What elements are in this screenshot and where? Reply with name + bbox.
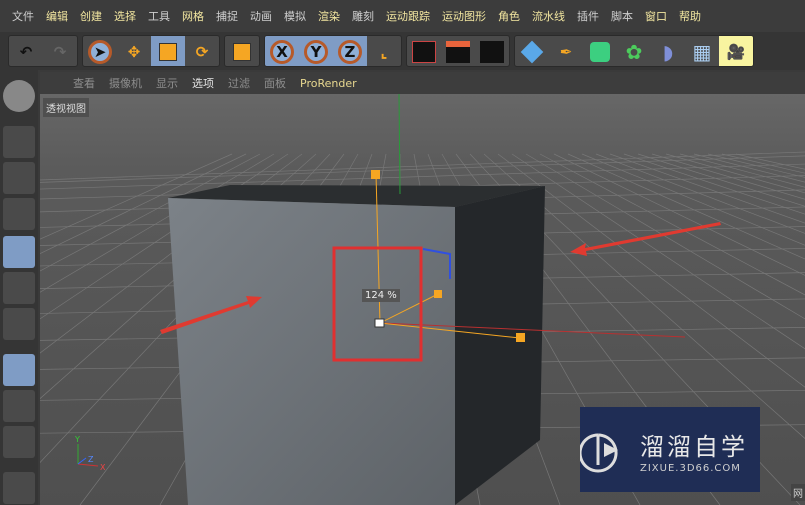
viewport-menu-item[interactable]: ProRender bbox=[293, 77, 364, 90]
x-axis-toggle[interactable]: X bbox=[265, 36, 299, 66]
viewport-menu-item[interactable]: 显示 bbox=[149, 75, 185, 91]
menu-item[interactable]: 模拟 bbox=[278, 8, 312, 24]
clapper-icon bbox=[446, 41, 470, 63]
menu-item[interactable]: 脚本 bbox=[605, 8, 639, 24]
menu-item[interactable]: 动画 bbox=[244, 8, 278, 24]
viewport-menu-item[interactable]: 摄像机 bbox=[102, 75, 149, 91]
menu-item[interactable]: 运动图形 bbox=[436, 8, 492, 24]
menu-item[interactable]: 网格 bbox=[176, 8, 210, 24]
undo-button[interactable]: ↶ bbox=[9, 36, 43, 66]
cube-icon bbox=[520, 40, 544, 64]
texture-mode-button[interactable] bbox=[3, 162, 35, 194]
watermark-url: ZIXUE.3D66.COM bbox=[640, 463, 741, 474]
gizmo-x-label: X bbox=[100, 463, 106, 472]
clapper-gear-icon bbox=[480, 41, 504, 63]
scale-readout: 124 % bbox=[362, 289, 400, 302]
model-mode-button[interactable] bbox=[3, 126, 35, 158]
camera-button[interactable]: 🎥 bbox=[719, 36, 753, 66]
deformer-button[interactable]: ◗ bbox=[651, 36, 685, 66]
scale-tool-button[interactable] bbox=[151, 36, 185, 66]
points-mode-button[interactable] bbox=[3, 236, 35, 268]
menu-item[interactable]: 渲染 bbox=[312, 8, 346, 24]
y-scale-handle[interactable] bbox=[371, 170, 380, 179]
floor-button[interactable]: ▦ bbox=[685, 36, 719, 66]
y-axis-toggle[interactable]: Y bbox=[299, 36, 333, 66]
redo-button[interactable]: ↷ bbox=[43, 36, 77, 66]
menu-item[interactable]: 流水线 bbox=[526, 8, 571, 24]
watermark-text: 溜溜自学 bbox=[640, 433, 748, 461]
workplane-mode-button[interactable] bbox=[3, 198, 35, 230]
menu-item[interactable]: 窗口 bbox=[639, 8, 673, 24]
menu-item[interactable]: 选择 bbox=[108, 8, 142, 24]
x-scale-handle[interactable] bbox=[516, 333, 525, 342]
rotate-tool-button[interactable]: ⟳ bbox=[185, 36, 219, 66]
menu-bar: 文件 编辑 创建 选择 工具 网格 捕捉 动画 模拟 渲染 雕刻 运动跟踪 运动图形 角色 流水线 插件 脚本窗… bbox=[0, 0, 805, 32]
watermark-logo: 溜溜自学 ZIXUE.3D66.COM bbox=[578, 407, 760, 492]
cloner-button[interactable]: ✿ bbox=[617, 36, 651, 66]
recent-tool-button[interactable] bbox=[225, 36, 259, 66]
menu-item[interactable]: 帮助 bbox=[673, 8, 707, 24]
move-tool-button[interactable]: ✥ bbox=[117, 36, 151, 66]
viewport-menu: 查看 摄像机 显示 选项 过滤 面板 ProRender bbox=[40, 72, 805, 94]
viewport-menu-item[interactable]: 过滤 bbox=[221, 75, 257, 91]
menu-item[interactable]: 工具 bbox=[142, 8, 176, 24]
render-view-button[interactable] bbox=[407, 36, 441, 66]
gizmo-z-label: Z bbox=[88, 455, 94, 464]
pen-button[interactable]: ✒ bbox=[549, 36, 583, 66]
z-axis-toggle[interactable]: Z bbox=[333, 36, 367, 66]
subdivision-button[interactable] bbox=[583, 36, 617, 66]
menu-item[interactable]: 创建 bbox=[74, 8, 108, 24]
menu-item[interactable]: 编辑 bbox=[40, 8, 74, 24]
corner-label: 网 bbox=[791, 484, 805, 501]
tweak-mode-button[interactable] bbox=[3, 390, 35, 422]
menu-item[interactable]: 角色 bbox=[492, 8, 526, 24]
clapper-icon bbox=[412, 41, 436, 63]
cursor-icon: ➤ bbox=[88, 40, 112, 64]
scale-icon bbox=[233, 43, 251, 61]
polygons-mode-button[interactable] bbox=[3, 308, 35, 340]
axis-mode-button[interactable] bbox=[3, 354, 35, 386]
menu-item[interactable]: 捕捉 bbox=[210, 8, 244, 24]
cube-front-face bbox=[168, 198, 455, 505]
z-scale-handle[interactable] bbox=[434, 290, 442, 298]
left-toolbar bbox=[0, 70, 38, 505]
menu-item[interactable]: 插件 bbox=[571, 8, 605, 24]
viewport-menu-item[interactable]: 选项 bbox=[185, 75, 221, 91]
perspective-viewport[interactable]: Y Z X 透视视图 124 % 溜溜自学 ZIXUE.3D66.COM 网 bbox=[40, 94, 805, 505]
render-settings-button[interactable] bbox=[475, 36, 509, 66]
scale-icon bbox=[159, 43, 177, 61]
cube-button[interactable] bbox=[515, 36, 549, 66]
viewport-title: 透视视图 bbox=[43, 98, 89, 117]
object-axis-cube-icon bbox=[374, 318, 385, 328]
menu-item[interactable]: 雕刻 bbox=[346, 8, 380, 24]
select-tool-button[interactable]: ➤ bbox=[83, 36, 117, 66]
make-editable-button[interactable] bbox=[3, 80, 35, 112]
menu-item[interactable]: 运动跟踪 bbox=[380, 8, 436, 24]
magnet-button[interactable] bbox=[3, 472, 35, 504]
play-logo-icon bbox=[578, 433, 618, 473]
viewport-menu-item[interactable]: 面板 bbox=[257, 75, 293, 91]
viewport-menu-item[interactable]: 查看 bbox=[66, 75, 102, 91]
gizmo-y-label: Y bbox=[74, 435, 80, 444]
subdivision-icon bbox=[590, 42, 610, 62]
snap-button[interactable] bbox=[3, 426, 35, 458]
edges-mode-button[interactable] bbox=[3, 272, 35, 304]
render-picture-viewer-button[interactable] bbox=[441, 36, 475, 66]
main-toolbar: ↶ ↷ ➤ ✥ ⟳ X Y Z ⌞ ✒ ✿ ◗ ▦ 🎥 bbox=[0, 32, 805, 70]
coordinate-system-button[interactable]: ⌞ bbox=[367, 36, 401, 66]
menu-item[interactable]: 文件 bbox=[6, 8, 40, 24]
